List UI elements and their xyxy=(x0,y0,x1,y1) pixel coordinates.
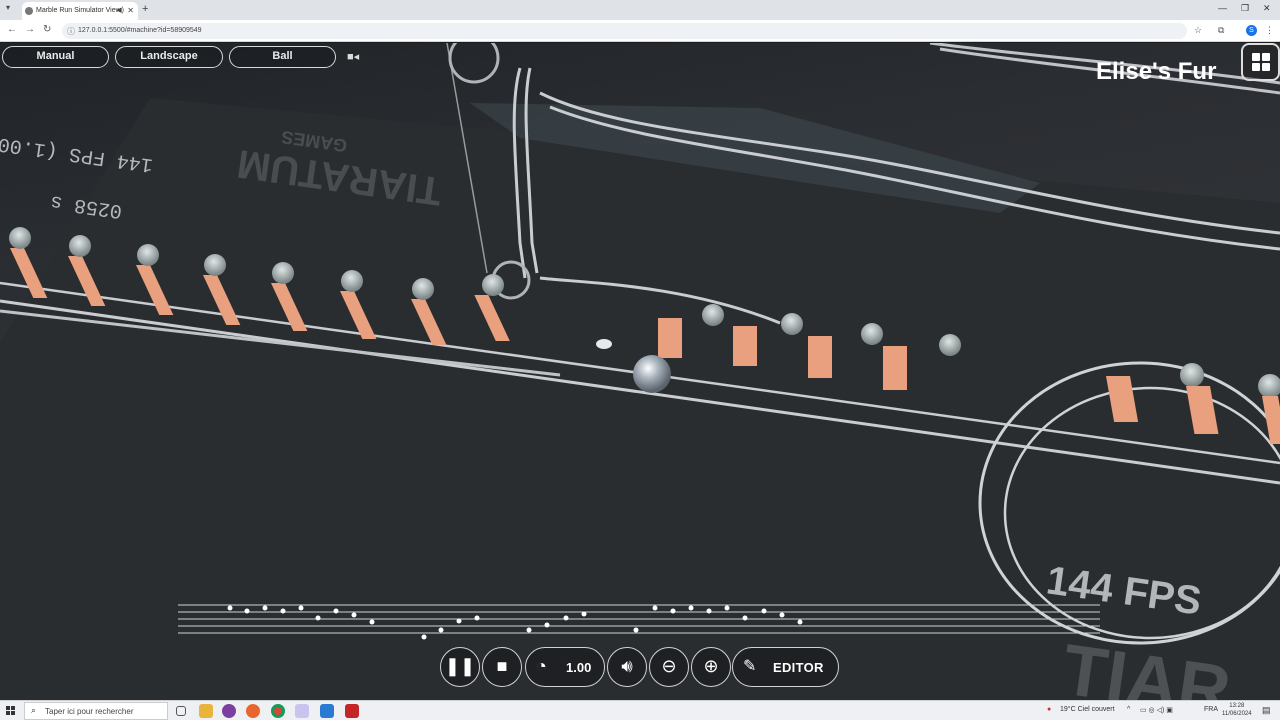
search-placeholder: Taper ici pour rechercher xyxy=(45,707,134,716)
chrome-icon[interactable] xyxy=(271,704,285,718)
weather-text[interactable]: 19°C Ciel couvert xyxy=(1060,706,1115,713)
browser-tab-bar: ▾ Marble Run Simulator View ◀) ✕ + — ❐ ✕ xyxy=(0,0,1280,20)
notification-icon[interactable]: ▤ xyxy=(1262,705,1271,716)
browser-menu-icon[interactable]: ⋮ xyxy=(1265,25,1274,36)
maximize-icon[interactable]: ❐ xyxy=(1241,3,1249,14)
vscode-icon[interactable] xyxy=(320,704,334,718)
top-wheel xyxy=(448,43,500,84)
app-icon-w[interactable] xyxy=(295,704,309,718)
speed-value: 1.00 xyxy=(566,660,592,675)
stop-button[interactable]: ■ xyxy=(482,647,522,687)
speaker-icon: 🔊︎ xyxy=(621,656,633,676)
zoom-in-icon: ⊕ xyxy=(703,656,719,676)
grid-icon xyxy=(1252,53,1260,61)
machine-title: Elise's Fur xyxy=(1096,58,1217,85)
app-icon-purple[interactable] xyxy=(222,704,236,718)
address-bar-row: ← → ↻ ⓘ 127.0.0.1:5500/#machine?id=58909… xyxy=(0,20,1280,42)
reload-icon[interactable]: ↻ xyxy=(43,24,51,35)
scene-render: GAMES TIARATUM 144 FPS (1.00) 0258 s 144… xyxy=(0,43,1280,700)
zoom-out-button[interactable]: ⊖ xyxy=(649,647,689,687)
file-explorer-icon[interactable] xyxy=(199,704,213,718)
weather-icon: ● xyxy=(1047,706,1052,713)
url-text: 127.0.0.1:5500/#machine?id=58909549 xyxy=(78,27,202,34)
url-field[interactable]: ⓘ 127.0.0.1:5500/#machine?id=58909549 xyxy=(62,23,1187,39)
clock[interactable]: 13:28 11/06/2024 xyxy=(1222,702,1252,718)
extensions-icon[interactable]: ⧉ xyxy=(1218,25,1224,36)
bookmark-star-icon[interactable]: ☆ xyxy=(1194,25,1202,36)
firefox-icon[interactable] xyxy=(246,704,260,718)
sound-button[interactable]: 🔊︎ xyxy=(607,647,647,687)
marble-ball xyxy=(633,355,671,393)
pencil-icon: ✎ xyxy=(743,658,757,675)
task-view-icon[interactable] xyxy=(176,706,186,716)
window-close-icon[interactable]: ✕ xyxy=(1263,3,1271,14)
manual-button[interactable]: Manual xyxy=(2,46,109,68)
new-tab-button[interactable]: + xyxy=(142,3,148,15)
tray-chevron-icon[interactable]: ^ xyxy=(1127,706,1130,713)
camera-icon[interactable]: ■◂ xyxy=(347,50,359,63)
browser-tab[interactable]: Marble Run Simulator View ◀) ✕ xyxy=(22,2,138,20)
zoom-in-button[interactable]: ⊕ xyxy=(691,647,731,687)
back-icon[interactable]: ← xyxy=(7,24,17,35)
clock-time: 13:28 xyxy=(1229,703,1245,709)
speed-button[interactable]: ◔ 1.00 xyxy=(525,647,605,687)
tab-close-icon[interactable]: ✕ xyxy=(127,6,134,15)
tab-favicon-icon xyxy=(25,7,33,15)
taskbar-search-input[interactable]: ⌕ Taper ici pour rechercher xyxy=(24,702,168,720)
marble-run-viewport[interactable]: GAMES TIARATUM 144 FPS (1.00) 0258 s 144… xyxy=(0,43,1280,700)
editor-button[interactable]: ✎ EDITOR xyxy=(732,647,839,687)
landscape-button[interactable]: Landscape xyxy=(115,46,223,68)
tray-icons[interactable]: ▭ ◎ ◁) ▣ xyxy=(1140,706,1173,714)
ball-button[interactable]: Ball xyxy=(229,46,336,68)
forward-icon[interactable]: → xyxy=(25,24,35,35)
tab-title: Marble Run Simulator View xyxy=(36,7,121,14)
filezilla-icon[interactable] xyxy=(345,704,359,718)
small-disc xyxy=(596,339,612,349)
language-indicator[interactable]: FRA xyxy=(1204,706,1218,713)
menu-grid-button[interactable] xyxy=(1241,43,1280,81)
zoom-out-icon: ⊖ xyxy=(661,656,677,676)
pause-button[interactable]: ❚❚ xyxy=(440,647,480,687)
taskbar: ⌕ Taper ici pour rechercher ● 19°C Ciel … xyxy=(0,700,1280,720)
minimize-icon[interactable]: — xyxy=(1218,3,1227,13)
site-info-icon[interactable]: ⓘ xyxy=(67,26,75,37)
clock-date: 11/06/2024 xyxy=(1222,711,1252,717)
windows-start-icon[interactable] xyxy=(6,706,16,716)
editor-label: EDITOR xyxy=(773,660,824,675)
profile-avatar[interactable]: S xyxy=(1246,25,1257,36)
stop-icon: ■ xyxy=(496,656,508,676)
search-icon: ⌕ xyxy=(31,705,37,715)
tab-search-icon[interactable]: ▾ xyxy=(6,3,10,12)
pause-icon: ❚❚ xyxy=(444,656,476,676)
speedometer-icon: ◔ xyxy=(536,656,547,676)
tab-audio-icon[interactable]: ◀) xyxy=(116,6,124,14)
